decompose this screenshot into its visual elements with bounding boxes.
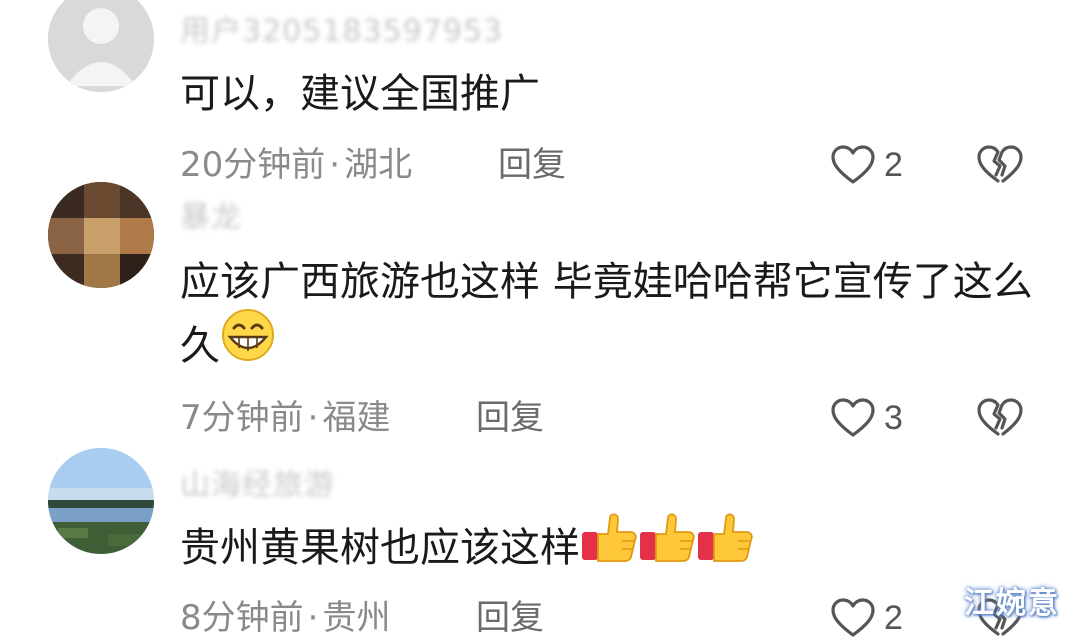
like-button[interactable]: 2 (830, 596, 903, 640)
comment-text-body: 应该广西旅游也这样 毕竟娃哈哈帮它宣传了这么久 (180, 259, 1033, 369)
thumbs-up-emoji (696, 510, 754, 583)
grinning-face-icon (222, 308, 274, 361)
comment-location: 湖北 (344, 145, 413, 185)
heart-outline-icon (831, 398, 875, 437)
watermark: 江婉意 (964, 586, 1060, 621)
comment-section: 用户3205183597953 可以，建议全国推广 20分钟前 · 湖北 回复 2 (0, 0, 1080, 644)
like-button[interactable]: 3 (830, 396, 903, 440)
like-count: 2 (884, 598, 903, 637)
thumbs-up-emoji (638, 510, 696, 583)
like-count: 3 (884, 398, 903, 437)
meta-separator: · (329, 145, 341, 185)
comment-time: 7分钟前 (180, 398, 304, 438)
thumbs-up-icon (640, 512, 695, 562)
broken-heart-icon (977, 398, 1023, 436)
pixelated-avatar-image (48, 182, 154, 288)
thumbs-up-icon (698, 512, 753, 562)
comment-meta: 7分钟前 · 福建 (180, 396, 390, 440)
comment-meta: 8分钟前 · 贵州 (180, 596, 390, 640)
comment-text: 贵州黄果树也应该这样 (180, 512, 1040, 583)
avatar[interactable] (48, 448, 154, 554)
dislike-button[interactable] (976, 143, 1024, 187)
heart-outline-icon (831, 598, 875, 637)
reply-button[interactable]: 回复 (476, 596, 544, 640)
meta-separator: · (307, 398, 319, 438)
avatar[interactable] (48, 182, 154, 288)
like-button[interactable]: 2 (830, 143, 903, 187)
dislike-button[interactable] (976, 396, 1024, 440)
thumbs-up-emoji (580, 510, 638, 583)
username[interactable]: 暴龙 (180, 192, 242, 235)
thumbs-up-icon (582, 512, 637, 562)
comment-location: 贵州 (322, 598, 391, 638)
default-avatar-icon (48, 0, 154, 92)
avatar[interactable] (48, 0, 154, 92)
reply-button[interactable]: 回复 (476, 396, 544, 440)
reply-button[interactable]: 回复 (498, 143, 566, 187)
comment-time: 8分钟前 (180, 598, 304, 638)
comment-text: 应该广西旅游也这样 毕竟娃哈哈帮它宣传了这么久 (180, 250, 1040, 382)
meta-separator: · (307, 598, 319, 638)
comment-time: 20分钟前 (180, 145, 326, 185)
grinning-face-emoji (220, 307, 276, 382)
landscape-avatar-image (48, 448, 154, 554)
heart-outline-icon (831, 145, 875, 184)
username[interactable]: 用户3205183597953 (180, 6, 503, 49)
like-count: 2 (884, 145, 903, 184)
comment-text: 可以，建议全国推广 (180, 71, 540, 117)
comment-meta: 20分钟前 · 湖北 (180, 143, 412, 187)
broken-heart-icon (977, 145, 1023, 183)
username[interactable]: 山海经旅游 (180, 460, 335, 503)
comment-text-body: 贵州黄果树也应该这样 (180, 525, 580, 571)
comment-location: 福建 (322, 398, 391, 438)
